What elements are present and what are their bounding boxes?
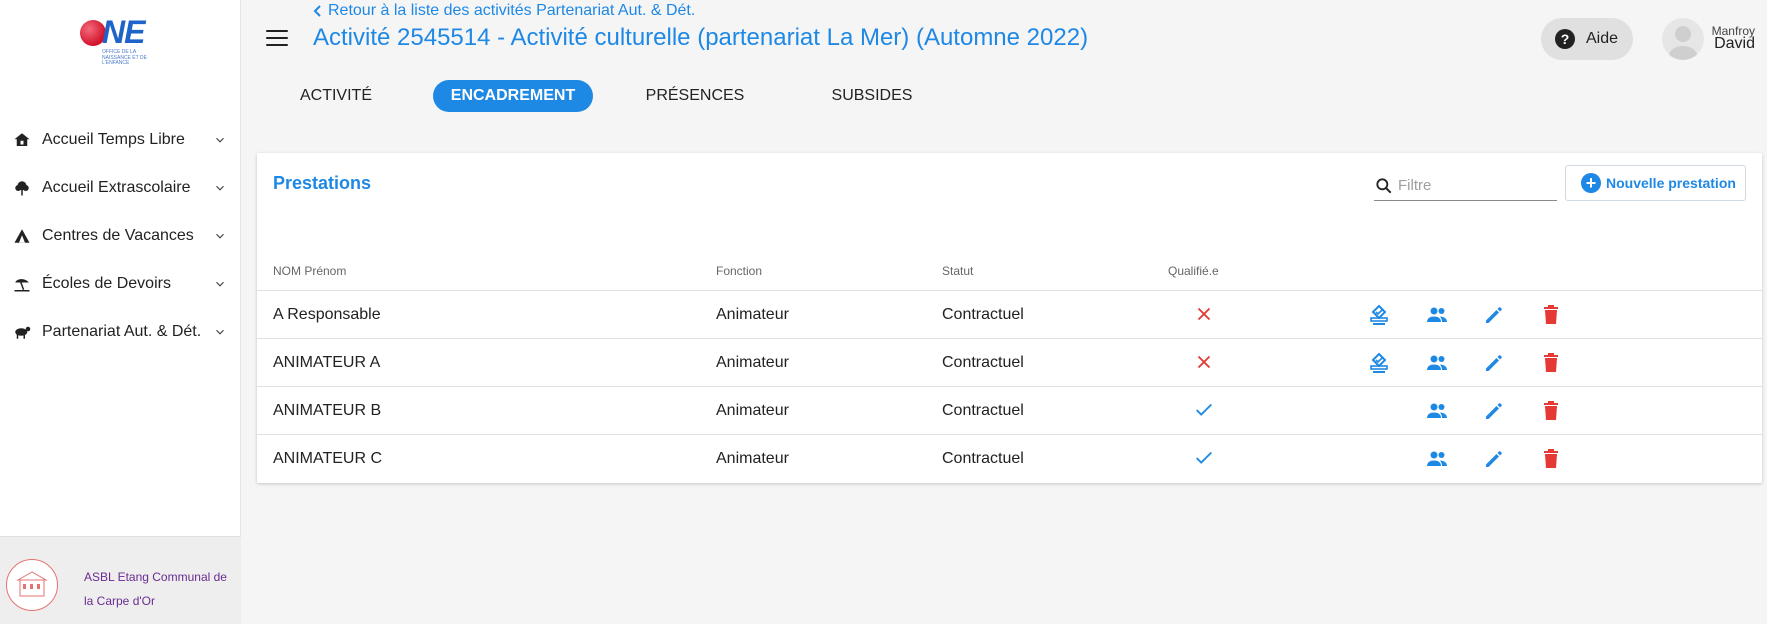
- column-header-fonction[interactable]: Fonction: [716, 264, 762, 278]
- filter-field[interactable]: [1374, 171, 1557, 201]
- edit-icon[interactable]: [1482, 399, 1506, 423]
- validate-icon[interactable]: [1367, 303, 1391, 327]
- chevron-down-icon: [216, 329, 224, 335]
- edit-icon[interactable]: [1482, 303, 1506, 327]
- cell-fonction: Animateur: [716, 450, 789, 467]
- chevron-down-icon: [216, 137, 224, 143]
- tab-presences[interactable]: PRÉSENCES: [615, 80, 775, 112]
- help-button[interactable]: ? Aide: [1541, 18, 1633, 60]
- chevron-down-icon: [216, 185, 224, 191]
- not-qualified-icon: [1197, 307, 1211, 321]
- not-qualified-icon: [1197, 355, 1211, 369]
- delete-icon[interactable]: [1539, 351, 1563, 375]
- column-header-qualifie[interactable]: Qualifié.e: [1168, 264, 1219, 278]
- tab-activite[interactable]: ACTIVITÉ: [262, 80, 410, 112]
- delete-icon[interactable]: [1539, 447, 1563, 471]
- table-row: A Responsable Animateur Contractuel: [257, 291, 1762, 339]
- card-title: Prestations: [273, 173, 372, 193]
- chevron-down-icon: [216, 281, 224, 287]
- table-row: ANIMATEUR C Animateur Contractuel: [257, 435, 1762, 483]
- sidebar-item-accueil-temps-libre[interactable]: Accueil Temps Libre: [0, 116, 241, 164]
- menu-button[interactable]: [266, 30, 288, 48]
- organization-panel[interactable]: ASBL Etang Communal de la Carpe d'Or: [0, 536, 241, 624]
- avatar[interactable]: [1662, 18, 1704, 60]
- filter-input[interactable]: [1398, 177, 1548, 194]
- chevron-left-icon: [313, 5, 321, 17]
- table-row: ANIMATEUR B Animateur Contractuel: [257, 387, 1762, 435]
- back-link[interactable]: Retour à la liste des activités Partenar…: [312, 2, 695, 20]
- group-icon[interactable]: [1425, 399, 1449, 423]
- logo-subtitle: OFFICE DE LA NAISSANCE ET DE L'ENFANCE: [102, 49, 147, 66]
- group-icon[interactable]: [1425, 303, 1449, 327]
- cell-statut: Contractuel: [942, 450, 1024, 467]
- cell-fonction: Animateur: [716, 402, 789, 419]
- tree-icon: [12, 178, 32, 198]
- group-icon[interactable]: [1425, 351, 1449, 375]
- group-icon[interactable]: [1425, 447, 1449, 471]
- chevron-down-icon: [216, 233, 224, 239]
- delete-icon[interactable]: [1539, 399, 1563, 423]
- cell-name: ANIMATEUR C: [273, 450, 383, 467]
- validate-icon[interactable]: [1367, 351, 1391, 375]
- sidebar-item-centres-de-vacances[interactable]: Centres de Vacances: [0, 212, 241, 260]
- new-prestation-button[interactable]: + Nouvelle prestation: [1565, 165, 1746, 201]
- sidebar: NE OFFICE DE LA NAISSANCE ET DE L'ENFANC…: [0, 0, 241, 624]
- delete-icon[interactable]: [1539, 303, 1563, 327]
- cell-statut: Contractuel: [942, 306, 1024, 323]
- column-header-statut[interactable]: Statut: [942, 264, 973, 278]
- cell-name: ANIMATEUR A: [273, 354, 381, 371]
- one-logo[interactable]: NE OFFICE DE LA NAISSANCE ET DE L'ENFANC…: [78, 14, 158, 68]
- tab-encadrement[interactable]: ENCADREMENT: [433, 80, 593, 112]
- help-icon: ?: [1555, 29, 1575, 49]
- prestations-table: NOM Prénom Fonction Statut Qualifié.e A …: [257, 253, 1762, 483]
- cell-name: A Responsable: [273, 306, 381, 323]
- organization-logo-icon: [6, 559, 58, 611]
- sidebar-item-label: Accueil Extrascolaire: [42, 179, 191, 196]
- qualified-check-icon: [1196, 403, 1212, 416]
- edit-icon[interactable]: [1482, 447, 1506, 471]
- cell-statut: Contractuel: [942, 402, 1024, 419]
- table-header: NOM Prénom Fonction Statut Qualifié.e: [257, 253, 1762, 291]
- sidebar-item-label: Partenariat Aut. & Dét.: [42, 323, 202, 340]
- sidebar-item-partenariat[interactable]: Partenariat Aut. & Dét.: [0, 308, 241, 356]
- cell-statut: Contractuel: [942, 354, 1024, 371]
- cell-name: ANIMATEUR B: [273, 402, 382, 419]
- sidebar-item-label: Écoles de Devoirs: [42, 275, 171, 292]
- logo-text: NE: [102, 14, 145, 50]
- back-link-label: Retour à la liste des activités Partenar…: [328, 2, 696, 19]
- sidebar-nav: Accueil Temps Libre Accueil Extrascolair…: [0, 116, 241, 356]
- add-circle-icon: +: [1581, 173, 1601, 193]
- new-prestation-label: Nouvelle prestation: [1606, 175, 1736, 191]
- pet-icon: [12, 322, 32, 342]
- column-header-name[interactable]: NOM Prénom: [273, 264, 346, 278]
- qualified-check-icon: [1196, 451, 1212, 464]
- cell-fonction: Animateur: [716, 354, 789, 371]
- beach-umbrella-icon: [12, 274, 32, 294]
- tent-icon: [12, 226, 32, 246]
- user-last-name: David: [1714, 35, 1755, 52]
- table-row: ANIMATEUR A Animateur Contractuel: [257, 339, 1762, 387]
- sidebar-item-label: Accueil Temps Libre: [42, 131, 185, 148]
- sidebar-item-label: Centres de Vacances: [42, 227, 194, 244]
- house-icon: [12, 130, 32, 150]
- page-title: Activité 2545514 - Activité culturelle (…: [313, 24, 1089, 51]
- tab-subsides[interactable]: SUBSIDES: [792, 80, 952, 112]
- edit-icon[interactable]: [1482, 351, 1506, 375]
- help-label: Aide: [1586, 30, 1619, 47]
- sidebar-item-ecoles-de-devoirs[interactable]: Écoles de Devoirs: [0, 260, 241, 308]
- sidebar-item-accueil-extrascolaire[interactable]: Accueil Extrascolaire: [0, 164, 241, 212]
- search-icon: [1376, 177, 1392, 193]
- cell-fonction: Animateur: [716, 306, 789, 323]
- organization-name: ASBL Etang Communal de la Carpe d'Or: [84, 570, 227, 608]
- prestations-card: Prestations + Nouvelle prestation NOM Pr…: [257, 153, 1762, 483]
